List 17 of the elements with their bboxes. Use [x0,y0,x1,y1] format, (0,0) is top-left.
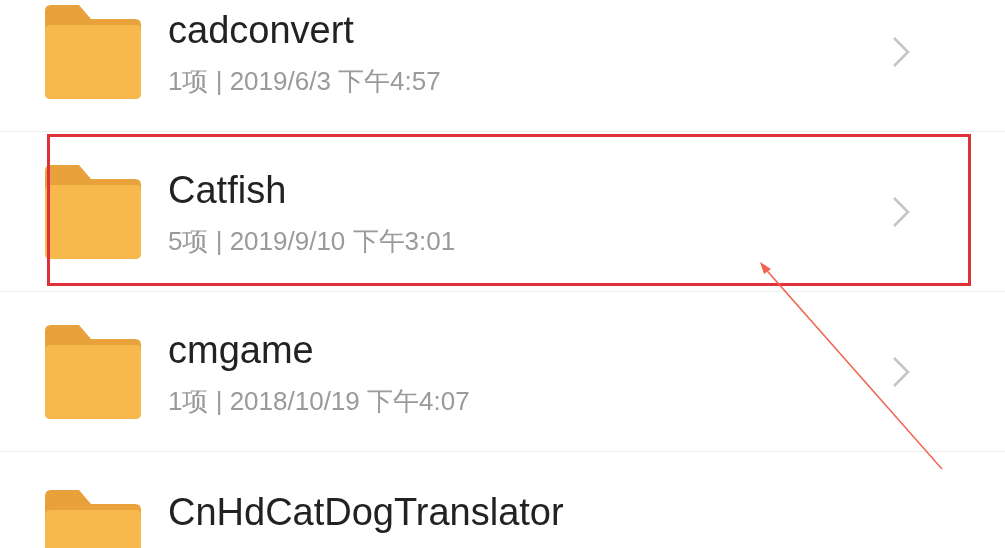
folder-details: 1项 | 2019/6/3 下午4:57 [168,65,442,96]
folder-details: 5项 | 2019/9/10 下午3:01 [168,225,457,256]
folder-name: cmgame [168,327,315,372]
folder-icon [45,4,141,99]
folder-name: cadconvert [168,7,355,52]
folder-name: Catfish [168,167,288,212]
folder-details: 1项 | 2018/10/19 下午4:07 [168,385,471,416]
chevron-icon [892,355,910,388]
chevron-icon [892,195,910,228]
folder-name: CnHdCatDogTranslator [168,490,565,534]
folder-row[interactable]: Catfish 5项 | 2019/9/10 下午3:01 [0,132,1005,292]
folder-icon [45,324,141,419]
folder-icon [45,164,141,259]
folder-row[interactable]: cmgame 1项 | 2018/10/19 下午4:07 [0,292,1005,452]
chevron-icon [892,35,910,68]
folder-row[interactable]: cadconvert 1项 | 2019/6/3 下午4:57 [0,0,1005,132]
folder-row[interactable]: CnHdCatDogTranslator [0,452,1005,548]
